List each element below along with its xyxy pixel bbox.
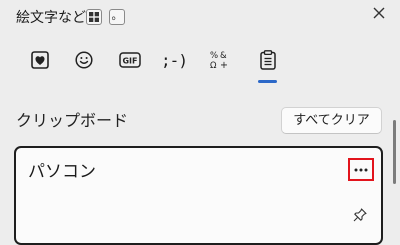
period-key-icon: 。 <box>109 9 125 25</box>
more-icon <box>354 168 368 171</box>
more-options-button[interactable] <box>348 158 374 181</box>
symbols-icon: % & Ω + <box>210 51 228 70</box>
clipboard-item-text: パソコン <box>28 162 96 182</box>
tab-kaomoji[interactable]: ;-) <box>158 46 190 74</box>
pin-icon <box>353 208 367 222</box>
tab-gif[interactable]: GIF <box>114 46 146 74</box>
close-icon <box>373 7 385 19</box>
svg-text:%: % <box>210 51 218 61</box>
heart-card-icon <box>31 51 49 69</box>
panel-title: 絵文字など <box>16 10 86 26</box>
clipboard-icon <box>260 50 276 70</box>
pin-button[interactable] <box>350 205 370 225</box>
smiley-icon <box>75 51 93 69</box>
scrollbar[interactable] <box>393 120 396 184</box>
close-button[interactable] <box>368 2 390 24</box>
clear-all-button[interactable]: すべてクリア <box>281 107 382 134</box>
tab-clipboard[interactable] <box>252 46 284 74</box>
windows-key-icon <box>86 9 102 25</box>
clipboard-item[interactable]: パソコン <box>14 146 383 245</box>
category-tabs: GIF ;-) % & Ω + <box>0 38 400 88</box>
gif-label: GIF <box>122 57 137 66</box>
svg-text:+: + <box>220 60 228 70</box>
emoji-panel: 絵文字など 。 GIF ;-) % & Ω + クリップボード すべてクリア パ… <box>0 0 400 245</box>
period-key-label: 。 <box>111 9 123 22</box>
kaomoji-label: ;-) <box>161 50 188 70</box>
active-tab-indicator <box>258 80 277 83</box>
clipboard-section-title: クリップボード <box>16 111 129 130</box>
gif-icon: GIF <box>119 52 141 68</box>
panel-header: 絵文字など 。 <box>0 0 400 36</box>
svg-text:Ω: Ω <box>210 61 217 70</box>
tab-emoji[interactable] <box>68 46 100 74</box>
tab-kaomoji-heart[interactable] <box>24 46 56 74</box>
tab-symbols[interactable]: % & Ω + <box>204 46 236 74</box>
